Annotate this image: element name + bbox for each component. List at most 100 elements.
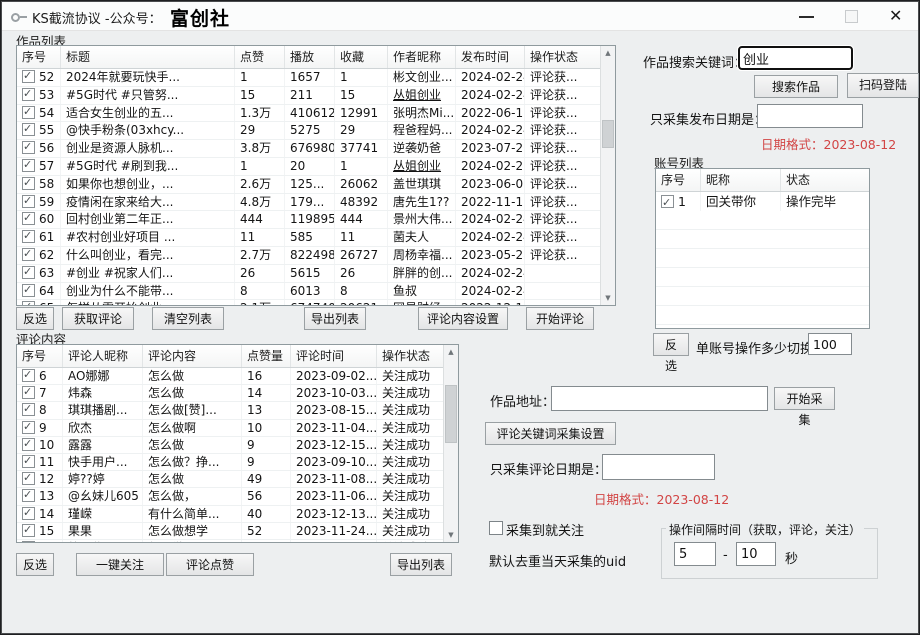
start-collect-button[interactable]: 开始采集 xyxy=(774,387,835,410)
table-row[interactable]: 64创业为什么不能带...860138鱼叔2024-02-24... xyxy=(17,283,615,301)
minimize-icon[interactable] xyxy=(799,16,814,18)
row-checkbox[interactable] xyxy=(22,266,35,279)
row-checkbox[interactable] xyxy=(22,88,35,101)
interval-max-input[interactable] xyxy=(736,542,776,566)
column-header[interactable]: 评论内容 xyxy=(143,345,242,367)
column-header[interactable]: 收藏 xyxy=(335,46,388,68)
row-checkbox[interactable] xyxy=(22,421,35,434)
scroll-thumb[interactable] xyxy=(602,120,614,148)
table-row[interactable]: 60回村创业第二年正...444119895444景州大伟...2024-02-… xyxy=(17,211,615,229)
table-row[interactable]: 11快手用户...怎么做？挣...92023-09-10...关注成功 xyxy=(17,454,458,471)
works-table[interactable]: 序号标题点赞播放收藏作者昵称发布时间操作状态 522024年就要玩快手...11… xyxy=(16,45,616,306)
publish-date-input[interactable] xyxy=(757,104,863,128)
row-checkbox[interactable] xyxy=(22,489,35,502)
row-checkbox[interactable] xyxy=(22,438,35,451)
column-header[interactable]: 评论人昵称 xyxy=(63,345,143,367)
row-checkbox[interactable] xyxy=(22,106,35,119)
comment-date-input[interactable] xyxy=(602,454,715,480)
table-row[interactable]: 8琪琪播剧...怎么做[赞]...132023-08-15...关注成功 xyxy=(17,402,458,419)
column-header[interactable]: 序号 xyxy=(656,169,701,191)
column-header[interactable]: 状态 xyxy=(781,169,867,191)
table-row[interactable]: 10露露怎么做92023-12-15...关注成功 xyxy=(17,437,458,454)
row-checkbox[interactable] xyxy=(22,159,35,172)
table-row[interactable]: 58如果你也想创业，...2.6万125...26062盖世琪琪2023-06-… xyxy=(17,176,615,194)
row-checkbox[interactable] xyxy=(22,472,35,485)
comments-scrollbar[interactable]: ▲ ▼ xyxy=(443,345,458,542)
column-header[interactable]: 播放 xyxy=(285,46,335,68)
interval-min-input[interactable] xyxy=(674,542,716,566)
comment-settings-button[interactable]: 评论内容设置 xyxy=(418,307,508,330)
column-header[interactable]: 作者昵称 xyxy=(388,46,456,68)
row-checkbox[interactable] xyxy=(22,230,35,243)
column-header[interactable]: 评论时间 xyxy=(291,345,377,367)
scroll-up-icon[interactable]: ▲ xyxy=(601,46,615,60)
table-row[interactable]: 12婷??婷怎么做492023-11-08...关注成功 xyxy=(17,471,458,488)
table-row[interactable]: 13@幺妹儿605怎么做，562023-11-06...关注成功 xyxy=(17,488,458,505)
column-header[interactable]: 操作状态 xyxy=(377,345,442,367)
row-checkbox[interactable] xyxy=(22,507,35,520)
row-checkbox[interactable] xyxy=(22,248,35,261)
maximize-icon[interactable] xyxy=(845,10,858,23)
column-header[interactable]: 序号 xyxy=(17,345,63,367)
row-checkbox[interactable] xyxy=(22,141,35,154)
comment-keyword-settings-button[interactable]: 评论关键词采集设置 xyxy=(485,422,616,445)
accounts-invert-button[interactable]: 反选 xyxy=(653,333,689,356)
clear-list-button[interactable]: 清空列表 xyxy=(152,307,224,330)
table-row[interactable]: 61#农村创业好项目 ...1158511菌夫人2024-02-24...评论获… xyxy=(17,229,615,247)
works-export-button[interactable]: 导出列表 xyxy=(304,307,366,330)
scroll-thumb[interactable] xyxy=(445,385,457,443)
table-row[interactable]: 56创业是资源人脉机...3.8万67698037741逆袭奶爸2023-07-… xyxy=(17,140,615,158)
row-checkbox[interactable] xyxy=(22,70,35,83)
works-scrollbar[interactable]: ▲ ▼ xyxy=(600,46,615,305)
scan-login-button[interactable]: 扫码登陆 xyxy=(847,73,919,98)
like-comments-button[interactable]: 评论点赞 xyxy=(166,553,254,576)
comments-table[interactable]: 序号评论人昵称评论内容点赞量评论时间操作状态 6AO娜娜怎么做162023-09… xyxy=(16,344,459,543)
table-row[interactable]: 65怎样从零开始创业...2.1万67474020621网易财经2022-12-… xyxy=(17,300,615,306)
row-checkbox[interactable] xyxy=(22,403,35,416)
keyword-input[interactable] xyxy=(738,46,853,70)
row-checkbox[interactable] xyxy=(22,284,35,297)
table-row[interactable]: 53#5G时代 #只管努...1521115丛姐创业2024-02-24...评… xyxy=(17,87,615,105)
scroll-down-icon[interactable]: ▼ xyxy=(444,528,458,542)
table-row[interactable]: 57#5G时代 #刷到我...1201丛姐创业2024-02-25...评论获.… xyxy=(17,158,615,176)
row-checkbox[interactable] xyxy=(22,541,35,543)
row-checkbox[interactable] xyxy=(22,369,35,382)
works-invert-button[interactable]: 反选 xyxy=(16,307,54,330)
account-switch-input[interactable] xyxy=(808,333,852,355)
fetch-comments-button[interactable]: 获取评论 xyxy=(62,307,134,330)
row-checkbox[interactable] xyxy=(22,195,35,208)
comments-invert-button[interactable]: 反选 xyxy=(16,553,54,576)
table-row[interactable]: 14瑾嵘有什么简单...402023-12-13...关注成功 xyxy=(17,506,458,523)
column-header[interactable]: 点赞 xyxy=(235,46,285,68)
row-checkbox[interactable] xyxy=(22,212,35,225)
comments-export-button[interactable]: 导出列表 xyxy=(390,553,452,576)
row-checkbox[interactable] xyxy=(22,301,35,306)
table-row[interactable]: 6AO娜娜怎么做162023-09-02...关注成功 xyxy=(17,368,458,385)
row-checkbox[interactable] xyxy=(22,524,35,537)
work-address-input[interactable] xyxy=(551,386,768,411)
table-row[interactable]: 59疫情闲在家来给大...4.8万179...48392唐先生1??2022-1… xyxy=(17,194,615,212)
search-works-button[interactable]: 搜索作品 xyxy=(754,75,838,98)
table-row[interactable]: 55@快手粉条(03xhcy...29527529程爸程妈...2024-02-… xyxy=(17,122,615,140)
table-row[interactable]: 1回关带你操作完毕 xyxy=(656,192,869,213)
column-header[interactable]: 昵称 xyxy=(701,169,781,191)
row-checkbox[interactable] xyxy=(22,455,35,468)
column-header[interactable]: 序号 xyxy=(17,46,61,68)
table-row[interactable]: 522024年就要玩快手...116571彬文创业...2024-02-24..… xyxy=(17,69,615,87)
table-row[interactable]: 9欣杰怎么做啊102023-11-04...关注成功 xyxy=(17,420,458,437)
column-header[interactable]: 操作状态 xyxy=(525,46,599,68)
follow-on-collect-checkbox[interactable] xyxy=(489,521,503,535)
table-row[interactable]: 54适合女生创业的五...1.3万41061212991张明杰Mi...2022… xyxy=(17,105,615,123)
row-checkbox[interactable] xyxy=(661,195,674,208)
column-header[interactable]: 发布时间 xyxy=(456,46,525,68)
close-icon[interactable]: ✕ xyxy=(889,6,902,26)
accounts-table[interactable]: 序号昵称状态 1回关带你操作完毕 xyxy=(655,168,870,329)
table-row[interactable]: 16第凡俊怎么做242024-01-27...关注成功 xyxy=(17,540,458,543)
follow-all-button[interactable]: 一键关注 xyxy=(76,553,164,576)
column-header[interactable]: 点赞量 xyxy=(242,345,291,367)
table-row[interactable]: 62什么叫创业，看完...2.7万82249826727周杨幸福...2023-… xyxy=(17,247,615,265)
row-checkbox[interactable] xyxy=(22,123,35,136)
table-row[interactable]: 63#创业 #祝家人们...26561526胖胖的创...2024-02-24.… xyxy=(17,265,615,283)
column-header[interactable]: 标题 xyxy=(61,46,235,68)
scroll-up-icon[interactable]: ▲ xyxy=(444,345,458,359)
